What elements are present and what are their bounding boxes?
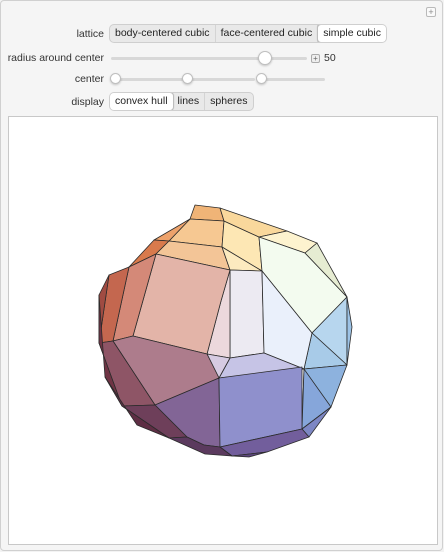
center-y-slider-track[interactable] (187, 78, 255, 81)
display-selector[interactable]: convex hull lines spheres (109, 92, 254, 111)
face-center-1 (229, 269, 265, 359)
demonstration-panel: + lattice body-centered cubic face-cente… (0, 0, 443, 551)
lattice-option-bcc[interactable]: body-centered cubic (110, 25, 216, 42)
face-top-1 (189, 204, 225, 222)
expand-options-icon[interactable]: + (426, 7, 436, 17)
radius-slider-track[interactable] (111, 57, 307, 60)
center-y-slider-thumb[interactable] (182, 73, 193, 84)
convex-hull-graphic (98, 204, 353, 458)
polyhedron-plot[interactable] (8, 116, 438, 545)
radius-label: radius around center (7, 52, 104, 64)
lattice-selector[interactable]: body-centered cubic face-centered cubic … (109, 24, 387, 43)
center-z-slider-track[interactable] (259, 78, 325, 81)
lattice-label: lattice (76, 28, 104, 40)
display-option-convex-hull[interactable]: convex hull (109, 93, 174, 110)
display-option-spheres[interactable]: spheres (205, 93, 252, 110)
radius-slider-thumb[interactable] (258, 51, 272, 65)
center-label: center (74, 73, 104, 85)
display-label: display (71, 96, 104, 108)
display-option-lines[interactable]: lines (173, 93, 206, 110)
center-x-slider-thumb[interactable] (110, 73, 121, 84)
face-right-6 (346, 296, 353, 366)
lattice-option-simple[interactable]: simple cubic (317, 25, 386, 42)
radius-plus-icon[interactable]: + (311, 54, 320, 63)
lattice-option-fcc[interactable]: face-centered cubic (216, 25, 319, 42)
center-z-slider-thumb[interactable] (256, 73, 267, 84)
center-x-slider-track[interactable] (111, 78, 183, 81)
radius-value: 50 (324, 52, 336, 64)
